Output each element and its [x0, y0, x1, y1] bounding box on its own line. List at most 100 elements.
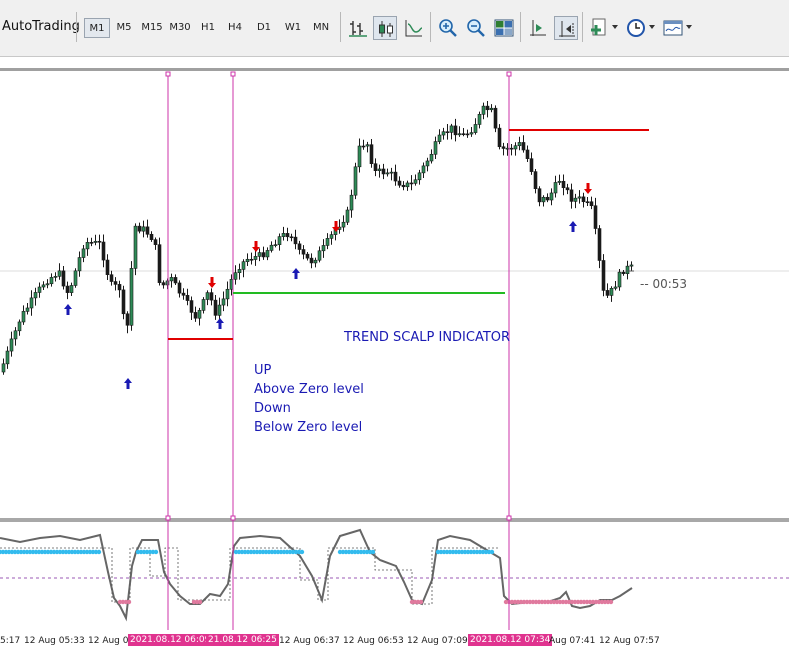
timeframe-h1[interactable]: H1 [197, 18, 219, 38]
time-axis-highlight: 2021.08.12 07:34 [468, 634, 553, 646]
candle-body [17, 321, 22, 332]
timeframe-m5[interactable]: M5 [112, 18, 136, 38]
line-chart-icon[interactable] [402, 16, 426, 40]
candle-body [461, 133, 466, 136]
arrow-down-icon [584, 183, 592, 194]
candle-body [509, 147, 514, 150]
candle-body [25, 307, 30, 312]
candle-body [297, 243, 302, 250]
timeframe-h4[interactable]: H4 [224, 18, 246, 38]
arrow-up-icon [64, 304, 72, 315]
candle-body [581, 196, 586, 203]
candle-body [209, 292, 214, 301]
candle-body [213, 299, 218, 316]
candle-body [93, 240, 98, 243]
candle-body [13, 330, 18, 340]
timeframe-m30[interactable]: M30 [167, 18, 193, 38]
candle-body [137, 225, 142, 232]
candle-body [465, 133, 470, 136]
candle-body [597, 228, 602, 261]
candle-body [149, 233, 154, 240]
candle-body [493, 107, 498, 129]
candle-body [41, 284, 46, 288]
autotrading-button[interactable]: AutoTrading [2, 12, 80, 42]
candle-body [21, 311, 26, 323]
candle-body [65, 285, 70, 293]
chart-shift-icon[interactable] [526, 16, 550, 40]
autoscroll-icon[interactable] [554, 16, 578, 40]
toolbar-separator [76, 12, 77, 42]
candle-body [181, 292, 186, 296]
candle-body [629, 264, 634, 267]
candle-body [449, 125, 454, 133]
candle-body [365, 144, 370, 147]
toolbar-separator [520, 12, 521, 42]
arrow-down-icon [252, 241, 260, 252]
candle-body [417, 172, 422, 181]
candle-body [601, 260, 606, 291]
candle-body [121, 289, 126, 315]
indicators-icon[interactable] [588, 16, 612, 40]
candle-body [1, 363, 6, 373]
candle-body [293, 236, 298, 245]
timeframe-m1[interactable]: M1 [84, 18, 110, 38]
candle-body [625, 265, 630, 274]
oscillator-line [0, 528, 633, 622]
candle-body [617, 271, 622, 288]
candle-body [157, 244, 162, 283]
timeframe-d1[interactable]: D1 [252, 18, 276, 38]
tile-windows-icon[interactable] [492, 16, 516, 40]
candle-body [369, 144, 374, 164]
candle-body [317, 250, 322, 261]
periodicity-clock-icon[interactable] [624, 16, 648, 40]
oscillator-down-dot [126, 599, 132, 605]
chevron-down-icon[interactable] [649, 25, 655, 29]
candle-body [621, 271, 626, 274]
templates-icon[interactable] [661, 16, 685, 40]
candle-body [481, 105, 486, 115]
candle-body [49, 277, 54, 285]
candle-body [325, 238, 330, 246]
candle-body [153, 239, 158, 245]
candle-body [73, 270, 78, 286]
candle-body [221, 298, 226, 306]
zoom-out-icon[interactable] [464, 16, 488, 40]
time-axis: 5:17 12 Aug 05:33 12 Aug 05 2021.08.12 0… [0, 630, 789, 665]
chevron-down-icon[interactable] [686, 25, 692, 29]
candle-body [97, 240, 102, 243]
candle-body [301, 249, 306, 255]
candle-body [421, 165, 426, 174]
timeframe-m15[interactable]: M15 [139, 18, 165, 38]
candle-body [373, 163, 378, 171]
candle-body [285, 233, 290, 238]
toolbar-separator [430, 12, 431, 42]
candle-body [45, 283, 50, 286]
timeframe-w1[interactable]: W1 [281, 18, 305, 38]
arrow-up-icon [124, 378, 132, 389]
candle-body [53, 276, 58, 278]
candle-body [249, 258, 254, 261]
candle-body [577, 196, 582, 199]
candle-body [353, 166, 358, 196]
candle-body [173, 277, 178, 284]
time-marker-handle [230, 71, 236, 77]
candle-body [253, 256, 258, 260]
candle-body [225, 288, 230, 300]
candle-body [501, 146, 506, 149]
bar-chart-icon[interactable] [346, 16, 370, 40]
chevron-down-icon[interactable] [612, 25, 618, 29]
candle-body [5, 350, 10, 365]
zoom-in-icon[interactable] [436, 16, 460, 40]
candlestick-chart-icon[interactable] [373, 16, 397, 40]
candle-body [361, 145, 366, 148]
arrow-up-icon [216, 318, 224, 329]
candle-body [61, 270, 66, 287]
candle-body [241, 261, 246, 270]
price-chart[interactable] [0, 71, 789, 630]
indicator-title: TREND SCALP INDICATOR [344, 330, 511, 345]
bar-countdown: -- 00:53 [640, 277, 688, 291]
candle-body [473, 124, 478, 133]
time-axis-label: 12 Aug 06:37 [279, 636, 340, 646]
candle-body [585, 201, 590, 204]
timeframe-mn[interactable]: MN [308, 18, 334, 38]
